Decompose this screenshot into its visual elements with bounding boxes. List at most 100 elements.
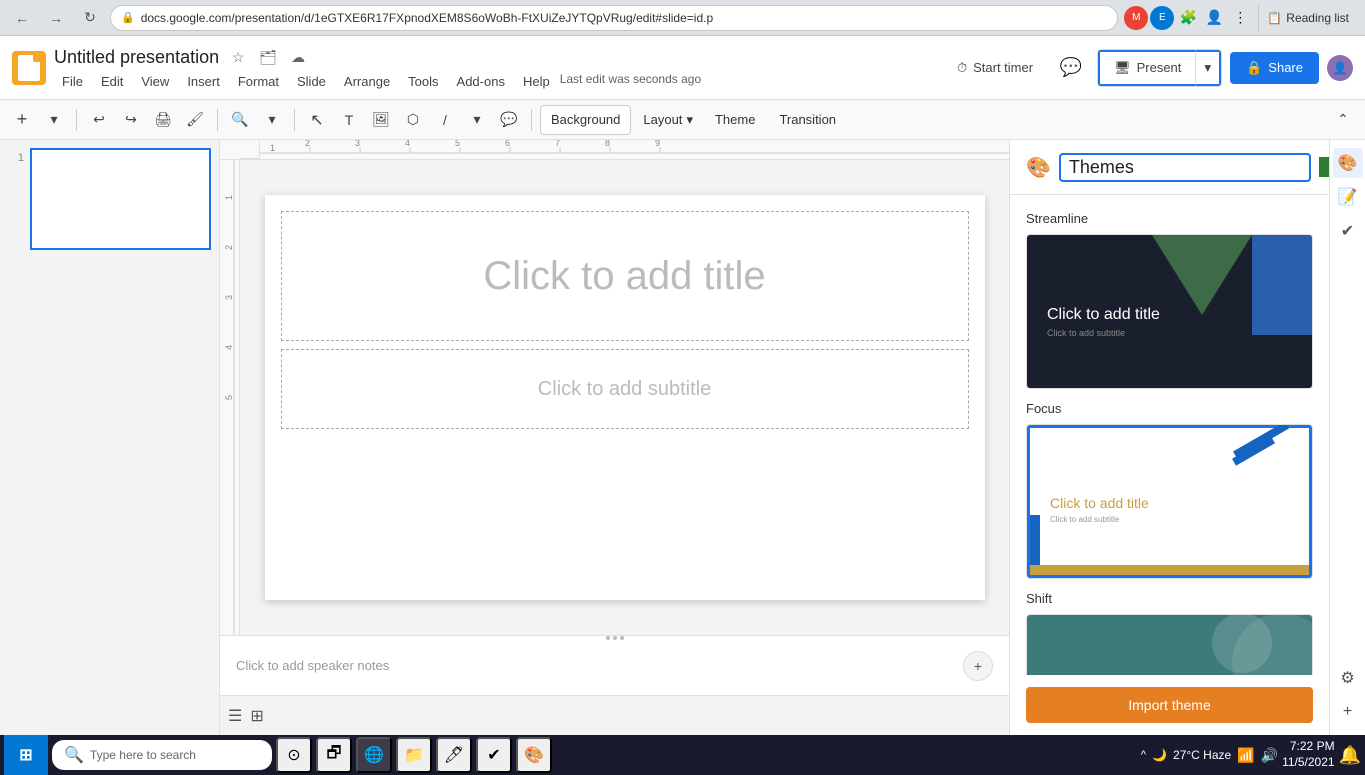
image-button[interactable]: 🖼 (367, 105, 395, 135)
comments-button[interactable]: 💬 (1053, 50, 1089, 86)
line-button[interactable]: / (431, 105, 459, 135)
move-to-drive-button[interactable]: 🗂 (255, 44, 281, 70)
notes-placeholder[interactable]: Click to add speaker notes (236, 658, 389, 673)
insert-dropdown-button[interactable]: ▾ (40, 105, 68, 135)
more-extensions-button[interactable]: ⋮ (1228, 6, 1252, 30)
background-button[interactable]: Background (540, 105, 631, 135)
taskbar-chrome-button[interactable]: 🌐 (356, 737, 392, 773)
menu-addons[interactable]: Add-ons (449, 72, 513, 91)
slide-canvas[interactable]: Click to add title Click to add subtitle (265, 195, 985, 600)
slide-thumbnail[interactable] (30, 148, 211, 250)
edge-extension-icon[interactable]: E (1150, 6, 1174, 30)
address-bar[interactable]: 🔒 docs.google.com/presentation/d/1eGTXE6… (110, 5, 1118, 31)
slide-title-box[interactable]: Click to add title (281, 211, 969, 341)
shapes-button[interactable]: ⬡ (399, 105, 427, 135)
theme-button[interactable]: Theme (705, 105, 765, 135)
menu-help[interactable]: Help (515, 72, 558, 91)
share-button[interactable]: 🔒 Share (1230, 52, 1319, 84)
present-dropdown-button[interactable]: ▾ (1195, 50, 1221, 86)
text-box-button[interactable]: T (335, 105, 363, 135)
layout-button[interactable]: Layout ▾ (635, 105, 701, 135)
slide-list-view-button[interactable]: ☰ (228, 706, 242, 726)
slide-grid-view-button[interactable]: ⊞ (250, 706, 263, 726)
svg-text:5: 5 (224, 395, 234, 400)
insert-button[interactable]: + (8, 105, 36, 135)
menu-format[interactable]: Format (230, 72, 287, 91)
themes-side-icon[interactable]: 🎨 (1333, 148, 1363, 178)
line-dropdown-button[interactable]: ▾ (463, 105, 491, 135)
right-side-panel: 🎨 📝 ✔ ⚙ + (1329, 140, 1365, 735)
reading-list-button[interactable]: 📋 Reading list (1258, 4, 1357, 32)
taskbar-task-view-button[interactable]: 🗗 (316, 737, 352, 773)
comment-button[interactable]: 💬 (495, 105, 523, 135)
print-button[interactable]: 🖨 (149, 105, 177, 135)
taskbar-paint-button[interactable]: 🎨 (516, 737, 552, 773)
notes-side-icon[interactable]: 📝 (1333, 182, 1363, 212)
themes-header: 🎨 ✕ (1010, 140, 1329, 195)
taskbar-explorer-button[interactable]: 📁 (396, 737, 432, 773)
present-main-button[interactable]: 🖥 Present (1098, 50, 1195, 86)
user-avatar[interactable]: 👤 (1327, 55, 1353, 81)
taskbar-pen-button[interactable]: 🖊 (436, 737, 472, 773)
menu-view[interactable]: View (133, 72, 177, 91)
collapse-toolbar-button[interactable]: ⌃ (1329, 105, 1357, 135)
tasks-side-icon[interactable]: ✔ (1333, 216, 1363, 246)
notes-expand-button[interactable]: + (963, 651, 993, 681)
svg-text:4: 4 (224, 345, 234, 350)
transition-button[interactable]: Transition (769, 105, 846, 135)
menu-arrange[interactable]: Arrange (336, 72, 398, 91)
doc-title[interactable]: Untitled presentation (54, 47, 219, 68)
menu-insert[interactable]: Insert (179, 72, 228, 91)
browser-forward-button[interactable]: → (42, 4, 70, 32)
svg-text:3: 3 (224, 295, 234, 300)
toolbar-separator-4 (531, 109, 532, 131)
user-extension-icon[interactable]: 👤 (1202, 6, 1226, 30)
cloud-save-button[interactable]: ☁ (285, 44, 311, 70)
puzzle-extension-icon[interactable]: 🧩 (1176, 6, 1200, 30)
timer-icon: ⏱ (957, 60, 967, 76)
start-timer-label: Start timer (973, 60, 1033, 75)
focus-theme-preview[interactable]: Click to add title Click to add subtitle (1026, 424, 1313, 579)
shift-theme-preview[interactable] (1026, 614, 1313, 675)
settings-side-icon[interactable]: ⚙ (1333, 663, 1363, 693)
weather-text: 27°C Haze (1173, 748, 1231, 762)
start-button[interactable]: ⊞ (4, 735, 48, 775)
menu-file[interactable]: File (54, 72, 91, 91)
zoom-out-button[interactable]: 🔍 (226, 105, 254, 135)
volume-icon[interactable]: 🔊 (1261, 747, 1278, 764)
start-timer-button[interactable]: ⏱ Start timer (945, 54, 1045, 82)
themes-panel: 🎨 ✕ Streamline Click to add title Click … (1009, 140, 1329, 735)
taskbar-search-bar[interactable]: 🔍 Type here to search (52, 740, 272, 770)
browser-reload-button[interactable]: ↻ (76, 4, 104, 32)
svg-text:5: 5 (455, 140, 460, 148)
paint-format-button[interactable]: 🖌 (181, 105, 209, 135)
network-icon[interactable]: 📶 (1237, 747, 1254, 764)
svg-text:1: 1 (270, 143, 275, 153)
sys-tray: ^ 🌙 27°C Haze 📶 🔊 (1141, 747, 1278, 764)
taskbar-check-button[interactable]: ✔ (476, 737, 512, 773)
undo-button[interactable]: ↩ (85, 105, 113, 135)
themes-title-input[interactable] (1059, 153, 1311, 182)
svg-text:7: 7 (555, 140, 560, 148)
focus-preview-bg: Click to add title Click to add subtitle (1027, 425, 1312, 578)
streamline-triangle-deco (1152, 235, 1252, 315)
select-tool-button[interactable]: ↖ (303, 105, 331, 135)
menu-edit[interactable]: Edit (93, 72, 131, 91)
taskbar-cortana-button[interactable]: ⊙ (276, 737, 312, 773)
zoom-dropdown-button[interactable]: ▾ (258, 105, 286, 135)
streamline-theme-preview[interactable]: Click to add title Click to add subtitle (1026, 234, 1313, 389)
menu-tools[interactable]: Tools (400, 72, 446, 91)
notes-resize-handle[interactable] (606, 636, 624, 640)
editor-area: 1 2 3 4 5 6 7 8 9 (220, 140, 1009, 735)
import-theme-button[interactable]: Import theme (1026, 687, 1313, 723)
menu-slide[interactable]: Slide (289, 72, 334, 91)
add-side-icon[interactable]: + (1333, 697, 1363, 727)
star-button[interactable]: ☆ (225, 44, 251, 70)
notification-button[interactable]: 🔔 (1339, 745, 1361, 766)
hidden-icons-button[interactable]: ^ (1141, 749, 1146, 761)
browser-back-button[interactable]: ← (8, 4, 36, 32)
redo-button[interactable]: ↪ (117, 105, 145, 135)
slide-subtitle-box[interactable]: Click to add subtitle (281, 349, 969, 429)
gmail-extension-icon[interactable]: M (1124, 6, 1148, 30)
system-clock[interactable]: 7:22 PM 11/5/2021 (1282, 739, 1335, 770)
